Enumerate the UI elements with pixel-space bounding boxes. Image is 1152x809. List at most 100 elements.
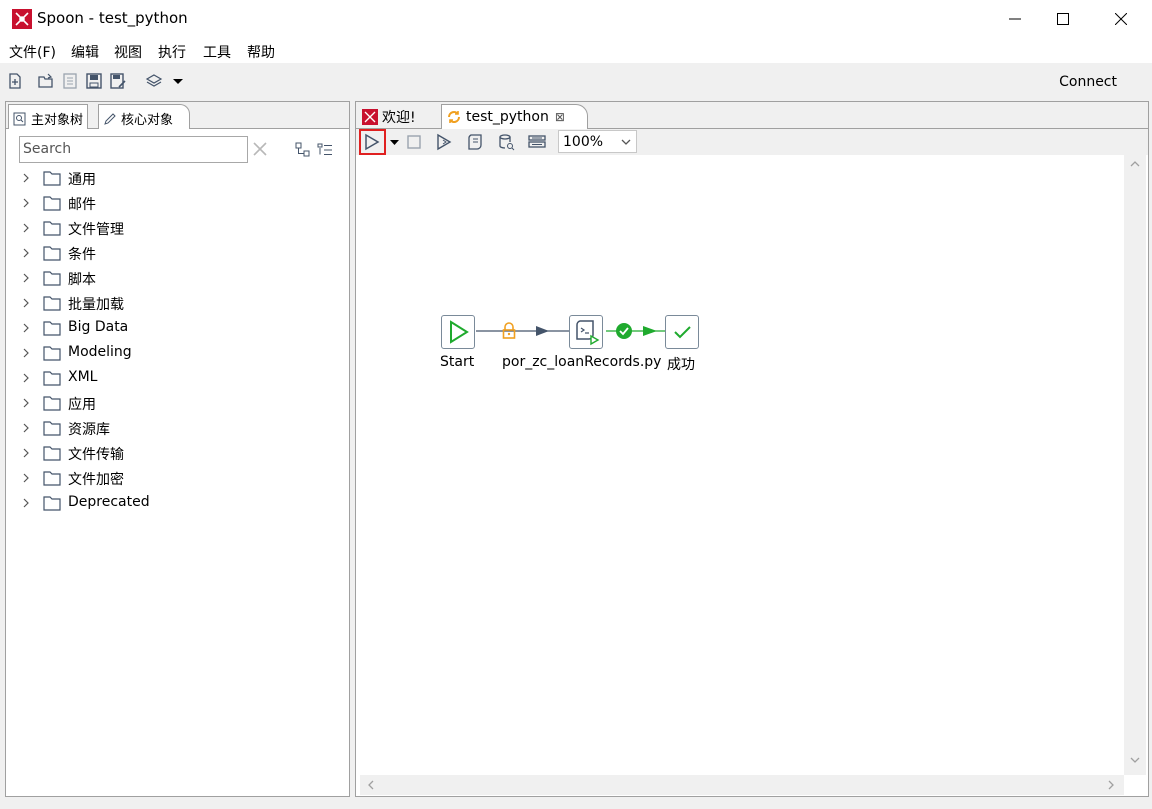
right-panel: 欢迎! test_python ⊠ 100% Start por_zc_loan…: [355, 101, 1149, 797]
menu-tools[interactable]: 工具: [203, 42, 231, 62]
search-placeholder: Search: [23, 141, 72, 157]
tree-item[interactable]: 文件传输: [6, 441, 346, 466]
maximize-button[interactable]: [1040, 0, 1086, 38]
run-options-chevron-icon[interactable]: [386, 133, 404, 151]
tree-item[interactable]: 批量加载: [6, 291, 346, 316]
job-entry-label: 成功: [667, 357, 695, 373]
show-results-icon[interactable]: [528, 133, 546, 151]
tab-main-object-tree[interactable]: 主对象树: [8, 104, 89, 129]
menu-edit[interactable]: 编辑: [71, 42, 99, 62]
tree-item-label: 批量加载: [68, 297, 124, 313]
editor-tab-bar: 欢迎! test_python ⊠: [356, 102, 1148, 129]
vertical-scrollbar[interactable]: [1124, 155, 1146, 775]
chevron-right-icon[interactable]: [20, 247, 32, 259]
start-icon: [450, 320, 469, 344]
chevron-right-icon[interactable]: [20, 447, 32, 459]
sql-explorer-icon[interactable]: [497, 133, 515, 151]
minimize-button[interactable]: [992, 0, 1038, 38]
stop-icon[interactable]: [405, 133, 423, 151]
job-hops-layer: [476, 326, 668, 336]
chevron-right-icon[interactable]: [20, 297, 32, 309]
window-title: Spoon - test_python: [37, 9, 188, 27]
tree-item[interactable]: XML: [6, 366, 346, 391]
chevron-right-icon[interactable]: [20, 472, 32, 484]
chevron-down-icon[interactable]: [169, 72, 187, 90]
menu-view[interactable]: 视图: [114, 42, 142, 62]
save-as-icon[interactable]: [109, 72, 127, 90]
tab-close-icon[interactable]: ⊠: [555, 110, 565, 124]
tree-item[interactable]: 文件加密: [6, 466, 346, 491]
tree-item-label: XML: [68, 369, 98, 385]
zoom-select[interactable]: 100%: [558, 130, 637, 153]
tree-item[interactable]: 资源库: [6, 416, 346, 441]
chevron-right-icon[interactable]: [20, 397, 32, 409]
tree-item[interactable]: Big Data: [6, 316, 346, 341]
tree-item[interactable]: 脚本: [6, 266, 346, 291]
folder-icon: [43, 421, 61, 436]
close-button[interactable]: [1098, 0, 1144, 38]
tab-test-python[interactable]: test_python ⊠: [441, 104, 588, 129]
tree-item[interactable]: Modeling: [6, 341, 346, 366]
menu-file[interactable]: 文件(F): [9, 42, 56, 62]
tree-item[interactable]: 应用: [6, 391, 346, 416]
tab-welcome[interactable]: 欢迎!: [358, 104, 420, 129]
connect-button[interactable]: Connect: [1059, 74, 1117, 90]
tree-item-label: 应用: [68, 397, 96, 413]
scroll-left-icon[interactable]: [366, 779, 376, 791]
tree-item-label: 条件: [68, 247, 96, 263]
chevron-right-icon[interactable]: [20, 322, 32, 334]
run-icon[interactable]: [363, 133, 381, 151]
tree-item-label: 文件加密: [68, 472, 124, 488]
chevron-right-icon[interactable]: [20, 222, 32, 234]
chevron-right-icon[interactable]: [20, 347, 32, 359]
tree-item[interactable]: 条件: [6, 241, 346, 266]
job-entry-start[interactable]: [441, 315, 475, 349]
chevron-right-icon[interactable]: [20, 422, 32, 434]
chevron-right-icon[interactable]: [20, 272, 32, 284]
tree-item[interactable]: 邮件: [6, 191, 346, 216]
chevron-right-icon[interactable]: [20, 372, 32, 384]
horizontal-scrollbar[interactable]: [360, 775, 1124, 795]
expand-tree-icon[interactable]: [317, 142, 333, 158]
tab-label: 主对象树: [31, 113, 84, 128]
new-file-icon[interactable]: [6, 72, 24, 90]
menu-run[interactable]: 执行: [158, 42, 186, 62]
job-entry-label: por_zc_loanRecords.py: [502, 354, 662, 370]
folder-icon: [43, 496, 61, 511]
job-icon: [448, 111, 460, 123]
tree-item[interactable]: 通用: [6, 166, 346, 191]
tab-core-objects[interactable]: 核心对象: [98, 104, 191, 129]
clear-search-icon[interactable]: [252, 141, 268, 157]
minimize-icon: [1009, 18, 1021, 20]
explore-repository-icon[interactable]: [61, 72, 79, 90]
layers-icon[interactable]: [145, 72, 163, 90]
collapse-tree-icon[interactable]: [295, 142, 311, 158]
hop-arrow-head: [536, 326, 549, 336]
folder-icon: [43, 371, 61, 386]
folder-icon: [43, 446, 61, 461]
scroll-right-icon[interactable]: [1106, 779, 1116, 791]
scroll-down-icon[interactable]: [1129, 755, 1141, 765]
spoon-icon: [362, 108, 378, 125]
menu-help[interactable]: 帮助: [247, 42, 275, 62]
search-input[interactable]: Search: [19, 136, 248, 163]
tree-item[interactable]: Deprecated: [6, 491, 346, 516]
tree-item-label: 文件管理: [68, 222, 124, 238]
tree-item-label: 通用: [68, 172, 96, 188]
chevron-right-icon[interactable]: [20, 172, 32, 184]
chevron-right-icon[interactable]: [20, 197, 32, 209]
save-icon[interactable]: [85, 72, 103, 90]
success-icon: [674, 326, 691, 339]
open-folder-icon[interactable]: [37, 72, 55, 90]
hop-arrow-head: [643, 326, 657, 336]
job-entry-shell-script[interactable]: [569, 315, 603, 349]
job-canvas[interactable]: Start por_zc_loanRecords.py 成功: [360, 155, 1124, 775]
job-entry-success[interactable]: [665, 315, 699, 349]
run-replay-icon[interactable]: [435, 133, 453, 151]
tree-item[interactable]: 文件管理: [6, 216, 346, 241]
tab-label: test_python: [466, 109, 549, 125]
tree-item-label: Big Data: [68, 319, 129, 335]
chevron-right-icon[interactable]: [20, 497, 32, 509]
scroll-up-icon[interactable]: [1129, 159, 1141, 169]
job-settings-icon[interactable]: [466, 133, 484, 151]
